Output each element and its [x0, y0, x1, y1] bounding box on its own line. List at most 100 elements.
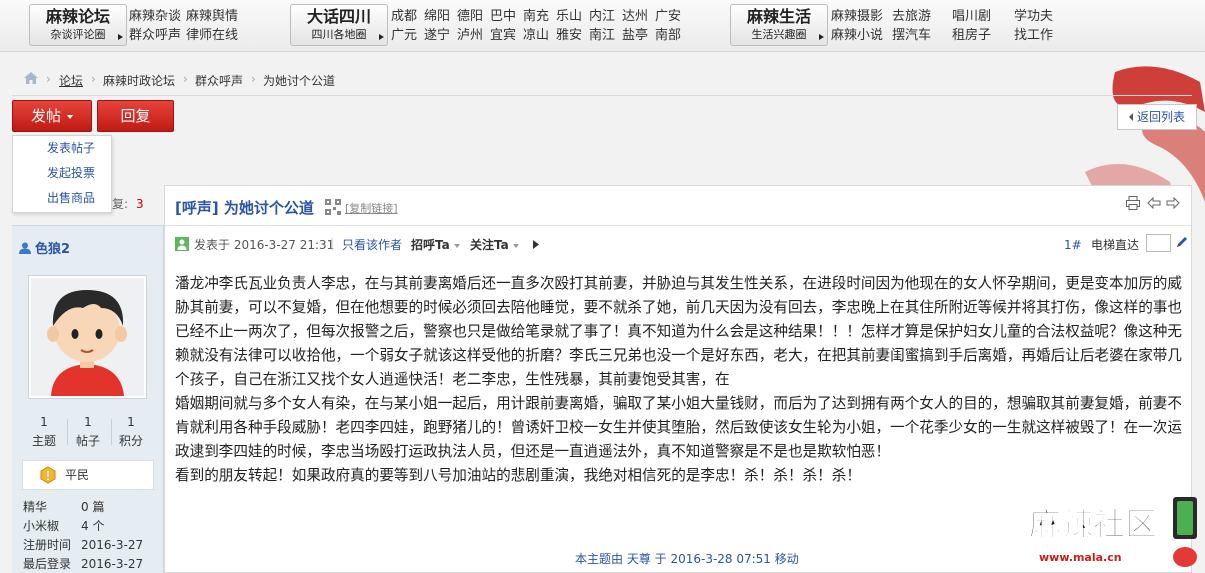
jump-to-floor-label: 电梯直达 — [1091, 238, 1140, 252]
breadcrumb-separator: › — [46, 72, 51, 86]
avatar[interactable] — [28, 275, 147, 399]
stat-label: 帖子 — [75, 434, 100, 448]
reply-count-label: 复: — [112, 197, 129, 211]
nav-link-city[interactable]: 德阳 — [457, 7, 485, 26]
nav-group-title: 麻辣生活 — [746, 7, 811, 26]
stat-points[interactable]: 1 积分 — [109, 415, 153, 449]
nav-link-city[interactable]: 泸州 — [457, 26, 485, 45]
menu-item-new-poll[interactable]: 发起投票 — [13, 161, 111, 186]
rank-label: 平民 — [65, 468, 90, 482]
greet-button[interactable]: 招呼Ta — [411, 236, 460, 253]
svg-text:www.mala.cn: www.mala.cn — [1039, 551, 1122, 564]
menu-item-sell-item[interactable]: 出售商品 — [13, 186, 111, 211]
nav-link[interactable]: 麻辣杂谈 — [129, 7, 181, 26]
avatar-image — [31, 278, 144, 396]
more-actions-icon[interactable] — [533, 240, 539, 249]
breadcrumb-item[interactable]: 论坛 — [59, 72, 83, 89]
author-info-row: 注册时间 2016-3-27 — [23, 536, 143, 553]
user-icon — [19, 242, 31, 254]
expand-arrow-icon — [379, 34, 384, 40]
nav-link-city[interactable]: 广安 — [655, 7, 683, 26]
nav-link-city[interactable]: 遂宁 — [424, 26, 452, 45]
info-key: 注册时间 — [23, 538, 72, 552]
nav-link[interactable]: 摆汽车 — [892, 26, 947, 45]
only-author-link[interactable]: 只看该作者 — [342, 236, 402, 253]
stat-posts[interactable]: 1 帖子 — [66, 415, 110, 449]
qr-code-icon[interactable] — [325, 199, 341, 215]
nav-group-subtitle: 生活兴趣圈 — [751, 28, 807, 41]
nav-link[interactable]: 麻辣舆情 — [186, 7, 238, 26]
nav-link-city[interactable]: 凉山 — [523, 26, 551, 45]
top-navigation: 麻辣论坛 杂谈评论圈 麻辣杂谈 麻辣舆情 群众呼声 律师在线 大话四川 四川各地圈 … — [0, 0, 1205, 52]
back-to-list-label: 返回列表 — [1136, 110, 1185, 124]
stat-label: 积分 — [118, 434, 143, 448]
info-key: 精华 — [23, 500, 48, 514]
nav-link-city[interactable]: 绵阳 — [424, 7, 452, 26]
nav-link-city[interactable]: 广元 — [391, 26, 419, 45]
back-to-list-button[interactable]: 返回列表 — [1117, 104, 1197, 130]
breadcrumb: › 论坛 › 麻辣时政论坛 › 群众呼声 › 为她讨个公道 — [12, 62, 1192, 96]
reply-count: 复: 3 — [112, 195, 144, 212]
post-content: 潘龙冲李氏瓦业负责人李忠，在与其前妻离婚后还一直多次殴打其前妻，并胁迫与其发生性… — [175, 272, 1183, 488]
floor-number[interactable]: 1# — [1064, 238, 1082, 252]
new-post-button[interactable]: 发帖 — [12, 100, 92, 132]
stat-threads[interactable]: 1 主题 — [22, 415, 66, 449]
caret-down-icon — [67, 114, 73, 119]
new-post-label: 发帖 — [30, 107, 61, 125]
stat-value: 1 — [84, 415, 92, 429]
nav-link[interactable]: 律师在线 — [186, 26, 238, 45]
menu-item-new-thread[interactable]: 发表帖子 — [13, 136, 111, 161]
nav-link-city[interactable]: 南充 — [523, 7, 551, 26]
nav-group-life[interactable]: 麻辣生活 生活兴趣圈 — [730, 4, 828, 46]
meta-divider: | — [330, 236, 335, 250]
nav-group-subtitle: 杂谈评论圈 — [50, 28, 106, 41]
breadcrumb-separator: › — [183, 72, 188, 86]
follow-button[interactable]: 关注Ta — [470, 236, 519, 253]
nav-link-city[interactable]: 内江 — [589, 7, 617, 26]
copy-link-button[interactable]: [复制链接] — [345, 200, 398, 216]
post-timestamp: 发表于 2016-3-27 21:31 — [194, 238, 335, 252]
author-info-row: 精华 0 篇 — [23, 498, 104, 515]
nav-link-city[interactable]: 宜宾 — [490, 26, 518, 45]
nav-link[interactable]: 麻辣摄影 — [831, 7, 887, 26]
nav-links-forum: 麻辣杂谈 麻辣舆情 群众呼声 律师在线 — [129, 7, 243, 45]
info-value: 2016-3-27 — [81, 557, 144, 571]
nav-link-city[interactable]: 盐亭 — [622, 26, 650, 45]
nav-link[interactable]: 群众呼声 — [129, 26, 181, 45]
nav-link[interactable]: 学功夫 — [1014, 7, 1053, 26]
reply-button[interactable]: 回复 — [97, 100, 174, 132]
nav-link[interactable]: 去旅游 — [892, 7, 947, 26]
next-thread-icon[interactable] — [1166, 196, 1180, 210]
nav-group-sichuan[interactable]: 大话四川 四川各地圈 — [290, 4, 388, 46]
nav-link-city[interactable]: 巴中 — [490, 7, 518, 26]
site-watermark-logo: 麻辣社区 www.mala.cn — [1025, 495, 1200, 570]
new-post-dropdown: 发表帖子 发起投票 出售商品 — [12, 135, 112, 213]
expand-arrow-icon — [819, 34, 824, 40]
breadcrumb-item[interactable]: 麻辣时政论坛 — [103, 72, 175, 89]
nav-link-city[interactable]: 雅安 — [556, 26, 584, 45]
nav-link-city[interactable]: 达州 — [622, 7, 650, 26]
print-icon[interactable] — [1126, 196, 1140, 210]
nav-link[interactable]: 唱川剧 — [952, 7, 1009, 26]
author-info-row: 最后登录 2016-3-27 — [23, 555, 143, 572]
previous-thread-icon[interactable] — [1147, 196, 1161, 210]
info-key: 最后登录 — [23, 557, 72, 571]
user-rank: 平民 — [22, 460, 154, 490]
nav-link[interactable]: 麻辣小说 — [831, 26, 887, 45]
post-paragraph: 婚姻期间就与多个女人有染，在与某小姐一起后，用计跟前妻离婚，骗取了某小姐大量钱财… — [175, 395, 1182, 460]
nav-link[interactable]: 租房子 — [952, 26, 1009, 45]
nav-link-city[interactable]: 南江 — [589, 26, 617, 45]
author-name-link[interactable]: 色狼2 — [19, 238, 70, 257]
info-value: 0 篇 — [81, 500, 105, 514]
go-pencil-icon[interactable] — [1175, 235, 1189, 249]
nav-group-mala-forum[interactable]: 麻辣论坛 杂谈评论圈 — [29, 4, 127, 46]
breadcrumb-item[interactable]: 为她讨个公道 — [263, 72, 335, 89]
nav-link[interactable]: 找工作 — [1014, 26, 1053, 45]
nav-link-city[interactable]: 南部 — [655, 26, 683, 45]
nav-link-city[interactable]: 成都 — [391, 7, 419, 26]
post-title-bar: [呼声] 为她讨个公道 [复制链接] — [165, 186, 1191, 226]
breadcrumb-item[interactable]: 群众呼声 — [195, 72, 243, 89]
nav-link-city[interactable]: 乐山 — [556, 7, 584, 26]
home-icon[interactable] — [24, 72, 38, 84]
jump-to-floor-input[interactable] — [1146, 234, 1171, 252]
